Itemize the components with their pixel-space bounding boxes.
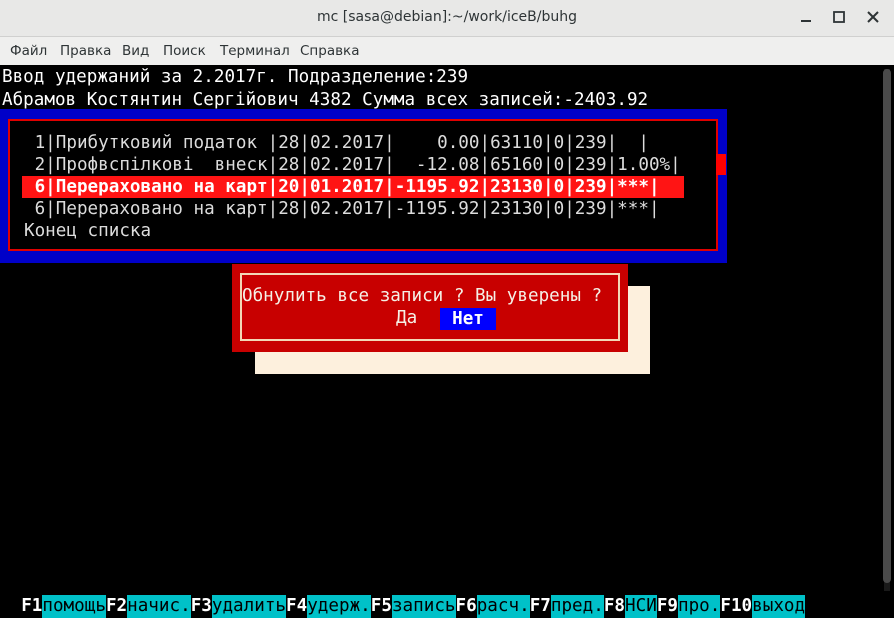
function-key-bar: F1помощьF2начис.F3удалитьF4удерж.F5запис… <box>0 572 806 618</box>
f4-key[interactable]: F4 <box>286 595 308 618</box>
minimize-icon[interactable] <box>797 8 815 26</box>
f9-label[interactable]: про. <box>678 595 721 618</box>
header-line-1: Ввод удержаний за 2.2017г. Подразделение… <box>2 67 469 87</box>
f7-label[interactable]: пред. <box>550 595 604 618</box>
menu-file[interactable]: Файл <box>10 43 47 59</box>
no-button[interactable]: Нет <box>440 308 496 330</box>
f7-key[interactable]: F7 <box>529 595 551 618</box>
confirm-dialog: Обнулить все записи ? Вы уверены ? Да Не… <box>232 264 628 352</box>
f1-label[interactable]: помощь <box>42 595 106 618</box>
scrollbar[interactable] <box>880 65 894 595</box>
menu-help[interactable]: Справка <box>300 43 359 59</box>
f9-key[interactable]: F9 <box>656 595 678 618</box>
yes-button[interactable]: Да <box>396 308 417 328</box>
f5-label[interactable]: запись <box>391 595 456 618</box>
menu-view[interactable]: Вид <box>122 43 149 59</box>
f5-key[interactable]: F5 <box>370 595 392 618</box>
list-row[interactable]: 1|Прибутковий податок |28|02.2017| 0.00|… <box>24 132 649 154</box>
menu-bar: Файл Правка Вид Поиск Терминал Справка <box>0 37 894 65</box>
f4-label[interactable]: удерж. <box>307 595 371 618</box>
title-bar: mc [sasa@debian]:~/work/iceB/buhg <box>0 0 894 37</box>
f10-key[interactable]: F10 <box>720 595 753 618</box>
dialog-frame <box>240 273 620 341</box>
dialog-message: Обнулить все записи ? Вы уверены ? <box>242 286 603 306</box>
list-row[interactable]: 6|Перераховано на карт|28|02.2017|-1195.… <box>24 198 660 220</box>
menu-search[interactable]: Поиск <box>163 43 206 59</box>
f2-key[interactable]: F2 <box>105 595 128 618</box>
close-icon[interactable] <box>864 8 882 26</box>
menu-edit[interactable]: Правка <box>60 43 111 59</box>
scroll-marker <box>716 154 726 175</box>
list-row-selected[interactable]: 6|Перераховано на карт|20|01.2017|-1195.… <box>22 176 684 198</box>
f3-key[interactable]: F3 <box>190 595 212 618</box>
f6-key[interactable]: F6 <box>455 595 477 618</box>
f10-label[interactable]: выход <box>752 595 806 618</box>
f3-label[interactable]: удалить <box>211 595 287 618</box>
menu-terminal[interactable]: Терминал <box>220 43 290 59</box>
f1-key[interactable]: F1 <box>21 595 43 618</box>
header-line-2: Абрамов Костянтин Сергійович 4382 Сумма … <box>2 90 649 110</box>
scrollbar-thumb[interactable] <box>883 69 891 583</box>
f6-label[interactable]: расч. <box>476 595 530 618</box>
list-row[interactable]: 2|Профвспілкові внеск|28|02.2017| -12.08… <box>24 154 681 176</box>
f8-label[interactable]: НСИ <box>625 595 657 618</box>
maximize-icon[interactable] <box>830 8 848 26</box>
window-title: mc [sasa@debian]:~/work/iceB/buhg <box>317 9 577 25</box>
f8-key[interactable]: F8 <box>603 595 626 618</box>
f2-label[interactable]: начис. <box>127 595 191 618</box>
list-end-text: Конец списка <box>24 221 152 241</box>
